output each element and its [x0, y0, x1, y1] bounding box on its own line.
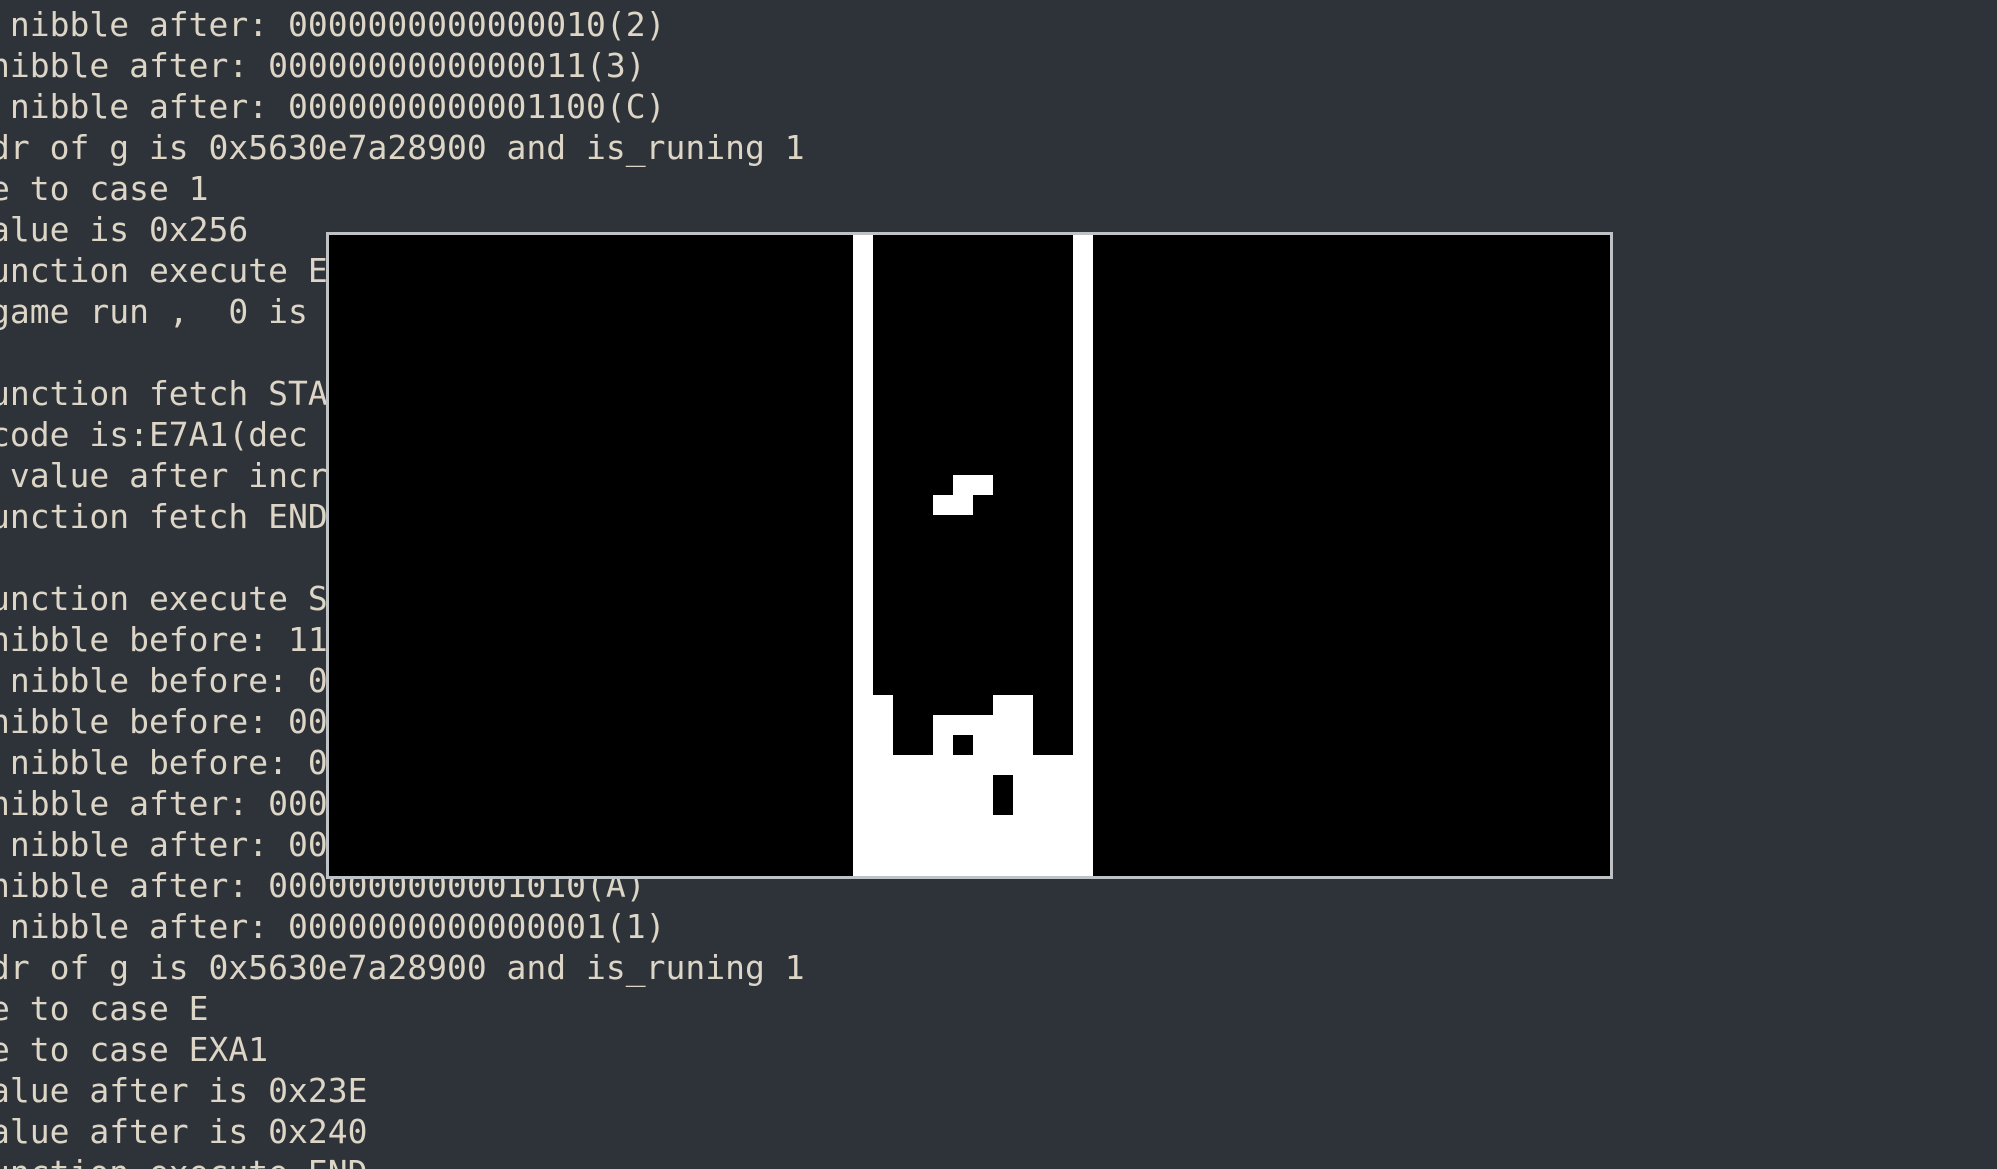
game-screen	[329, 235, 1610, 876]
terminal-line: alue is 0x256	[0, 210, 249, 249]
terminal-line: nibble before: 0	[0, 661, 328, 700]
terminal-line: nibble after: 0000000000000011(3)	[0, 46, 646, 85]
terminal-line: value after incr	[0, 456, 328, 495]
terminal-line: e to case E	[0, 989, 209, 1028]
terminal-line: game run , 0 is	[0, 292, 308, 331]
well-right-wall	[1073, 235, 1093, 876]
terminal-line: unction fetch END	[0, 497, 328, 536]
terminal-line: dr of g is 0x5630e7a28900 and is_runing …	[0, 128, 805, 167]
terminal-line: unction execute S	[0, 579, 328, 618]
terminal-line: nibble before: 11	[0, 620, 328, 659]
terminal-line: nibble after: 00	[0, 825, 328, 864]
terminal-line: unction execute END	[0, 1152, 368, 1169]
terminal-line: unction execute E	[0, 251, 328, 290]
stack-hole	[953, 735, 973, 755]
well-left-wall	[853, 235, 873, 876]
terminal-line: nibble after: 0000000000000010(2)	[0, 5, 666, 44]
stack-block	[873, 735, 893, 755]
terminal-line: alue after is 0x240	[0, 1112, 368, 1151]
terminal-line: e to case EXA1	[0, 1030, 269, 1069]
stack-hole	[993, 775, 1013, 815]
terminal-line: nibble before: 00	[0, 702, 328, 741]
terminal-line: e to case 1	[0, 169, 209, 208]
terminal-line: alue after is 0x23E	[0, 1071, 368, 1110]
falling-piece-block	[953, 475, 993, 495]
terminal-line: nibble after: 000	[0, 784, 328, 823]
terminal-line: nibble before: 0	[0, 743, 328, 782]
terminal-line: unction fetch STA	[0, 374, 328, 413]
terminal-line: nibble after: 0000000000001100(C)	[0, 87, 666, 126]
falling-piece-block	[933, 495, 973, 515]
stack-block	[873, 695, 893, 735]
terminal-line: nibble after: 0000000000000001(1)	[0, 907, 666, 946]
terminal-line: dr of g is 0x5630e7a28900 and is_runing …	[0, 948, 805, 987]
chip8-display-window[interactable]	[326, 232, 1613, 879]
stack-block	[873, 755, 1073, 876]
stack-block	[993, 695, 1033, 755]
terminal-line: code is:E7A1(dec	[0, 415, 308, 454]
